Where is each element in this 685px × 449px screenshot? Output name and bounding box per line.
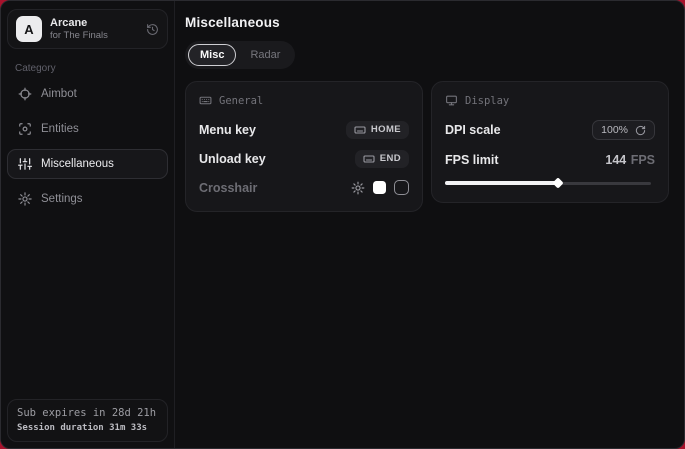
crosshair-color-swatch[interactable] [373,181,386,194]
menu-key-row: Menu key HOME [199,120,409,139]
menu-key-bind-button[interactable]: HOME [346,121,409,139]
sliders-icon [18,157,32,171]
cards-row: General Menu key HOME Unload key [185,81,669,212]
fps-limit-row: FPS limit 144 FPS [445,150,655,169]
page-title: Miscellaneous [185,15,669,30]
crosshair-row: Crosshair [199,178,409,197]
menu-key-label: Menu key [199,123,256,137]
scan-icon [18,122,32,136]
dpi-scale-value: 100% [601,124,628,136]
sub-expires-text: Sub expires in 28d 21h [17,407,158,419]
sidebar-item-entities[interactable]: Entities [7,114,168,144]
app-window: A Arcane for The Finals Category Aimbot [0,0,685,449]
fps-slider-fill [445,181,558,185]
sidebar-item-label: Settings [41,193,83,205]
general-card-header: General [199,92,409,110]
crosshair-settings-gear-icon[interactable] [351,181,365,195]
general-card-title: General [219,95,263,107]
fps-limit-readout: 144 FPS [605,151,655,169]
brand-text: Arcane for The Finals [50,17,138,41]
crosshair-checkbox[interactable] [394,180,409,195]
history-icon[interactable] [146,23,159,36]
dpi-scale-control[interactable]: 100% [592,120,655,140]
brand-logo: A [16,16,42,42]
display-card-title: Display [465,95,509,107]
crosshair-icon [18,87,32,101]
general-card: General Menu key HOME Unload key [185,81,423,212]
category-label: Category [1,53,174,79]
sidebar-item-settings[interactable]: Settings [7,184,168,214]
fps-limit-label: FPS limit [445,153,498,167]
menu-key-value: HOME [371,124,401,135]
main-content: Miscellaneous Misc Radar General Menu ke… [175,1,684,448]
brand-card: A Arcane for The Finals [7,9,168,49]
display-card: Display DPI scale 100% FPS limit [431,81,669,203]
rotate-cw-icon [635,125,646,136]
tab-bar: Misc Radar [185,41,295,69]
unload-key-row: Unload key END [199,149,409,168]
fps-limit-unit: FPS [631,153,655,167]
keyboard-icon [199,94,212,107]
sidebar-item-label: Entities [41,123,79,135]
tab-radar[interactable]: Radar [238,44,292,66]
sidebar-spacer [1,214,174,393]
sidebar-item-miscellaneous[interactable]: Miscellaneous [7,149,168,179]
subscription-info: Sub expires in 28d 21h Session duration … [7,399,168,442]
session-duration-text: Session duration 31m 33s [17,423,158,433]
keyboard-icon [354,124,366,136]
crosshair-label: Crosshair [199,181,257,195]
sidebar-item-label: Miscellaneous [41,158,114,170]
fps-slider-thumb[interactable] [553,177,564,188]
sidebar-nav: Aimbot Entities Miscellaneous [1,79,174,214]
sidebar-item-aimbot[interactable]: Aimbot [7,79,168,109]
dpi-scale-label: DPI scale [445,123,501,137]
unload-key-bind-button[interactable]: END [355,150,409,168]
fps-limit-slider[interactable] [445,178,655,188]
crosshair-controls [351,180,409,195]
dpi-scale-row: DPI scale 100% [445,120,655,140]
unload-key-label: Unload key [199,152,266,166]
display-card-header: Display [445,92,655,110]
fps-limit-value: 144 [605,153,626,167]
tab-misc[interactable]: Misc [188,44,236,66]
keyboard-icon [363,153,375,165]
sidebar-item-label: Aimbot [41,88,77,100]
unload-key-value: END [380,153,401,164]
brand-subtitle: for The Finals [50,30,138,41]
monitor-icon [445,94,458,107]
sidebar: A Arcane for The Finals Category Aimbot [1,1,175,448]
brand-name: Arcane [50,17,138,29]
gear-icon [18,192,32,206]
